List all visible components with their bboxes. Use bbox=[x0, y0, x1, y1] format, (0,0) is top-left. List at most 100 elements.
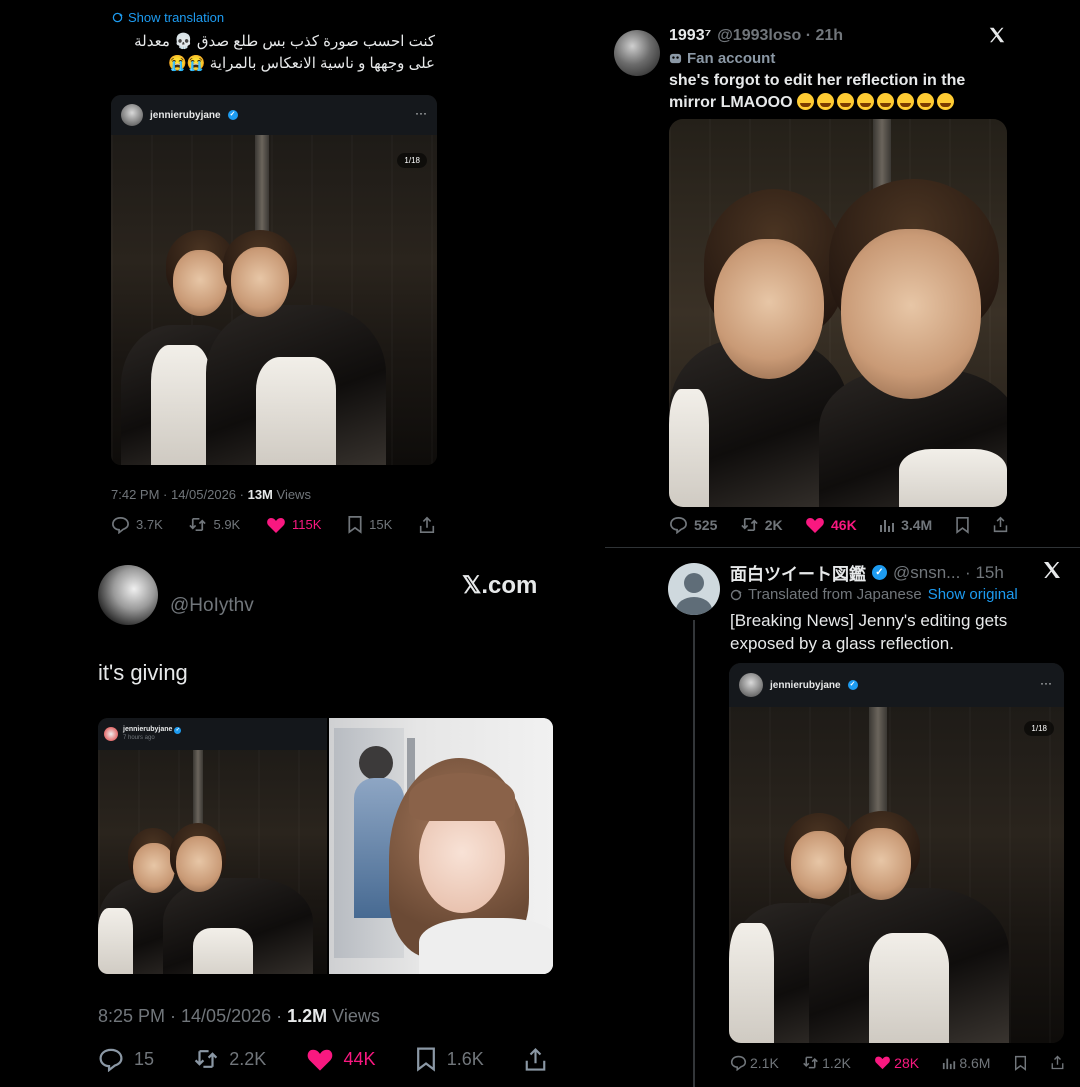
views-count: 3.4M bbox=[901, 516, 933, 533]
avatar[interactable] bbox=[739, 673, 763, 697]
verified-badge-icon: ✓ bbox=[847, 680, 858, 690]
avatar bbox=[104, 727, 118, 741]
avatar[interactable] bbox=[98, 565, 158, 625]
embedded-post-card[interactable]: 1/18 jennierubyjane ✓ ··· bbox=[111, 95, 437, 465]
embedded-time: 7 hours ago bbox=[123, 735, 155, 741]
handle-time: @snsn... · 15h bbox=[893, 562, 1004, 582]
reply-count: 2.1K bbox=[750, 1054, 779, 1071]
like-button[interactable]: 28K bbox=[874, 1055, 919, 1071]
embedded-username: jennierubyjane bbox=[123, 726, 173, 733]
tweet-photo-left[interactable]: jennierubyjane ✓ 7 hours ago bbox=[98, 718, 327, 974]
reply-button[interactable]: 2.1K bbox=[730, 1054, 779, 1071]
fan-account-label: Fan account bbox=[669, 50, 775, 67]
show-translation-link[interactable]: Show translation bbox=[112, 10, 224, 25]
views-label: Views bbox=[327, 1006, 380, 1026]
repost-button[interactable]: 1.2K bbox=[802, 1054, 851, 1071]
embedded-username[interactable]: jennierubyjane bbox=[150, 110, 221, 121]
tweet-text-arabic: كنت احسب صورة كذب بس طلع صدق 💀 معدلة على… bbox=[75, 31, 435, 75]
translated-label: Translated from Japanese bbox=[748, 586, 922, 603]
tweet-photo[interactable] bbox=[669, 119, 1007, 507]
tweet-text-line: mirror LMAOOO bbox=[669, 94, 793, 111]
repost-icon bbox=[802, 1054, 819, 1071]
display-name[interactable]: 1993⁷ bbox=[669, 27, 711, 45]
reply-icon bbox=[669, 515, 688, 534]
avatar[interactable] bbox=[121, 104, 143, 126]
views-count: 1.2M bbox=[287, 1006, 328, 1026]
share-icon[interactable] bbox=[418, 516, 436, 534]
reply-icon bbox=[730, 1054, 747, 1071]
tweet-text-line: exposed by a glass reflection. bbox=[730, 634, 954, 653]
crying-emoji-icon bbox=[857, 93, 875, 110]
show-translation-label: Show translation bbox=[128, 10, 225, 25]
repost-icon bbox=[740, 515, 759, 534]
like-button[interactable]: 46K bbox=[805, 516, 857, 534]
avatar[interactable] bbox=[614, 30, 660, 76]
show-original-link[interactable]: Show original bbox=[928, 586, 1018, 603]
tweet-timestamp: 8:25 PM · 14/05/2026 · 1.2M Views bbox=[98, 1006, 380, 1027]
photo-counter: 1/18 bbox=[397, 153, 427, 168]
reply-icon bbox=[98, 1046, 124, 1072]
like-button[interactable]: 115K bbox=[266, 516, 321, 534]
reply-icon bbox=[111, 515, 130, 534]
repost-count: 2.2K bbox=[229, 1048, 267, 1069]
display-name[interactable]: 面白ツイート図鑑 bbox=[730, 560, 866, 585]
verified-badge-icon: ✓ bbox=[174, 727, 182, 734]
tweet-text: [Breaking News] Jenny's editing gets exp… bbox=[730, 609, 1070, 655]
mask-icon bbox=[669, 52, 682, 65]
handle[interactable]: @HoIythv bbox=[170, 595, 254, 617]
like-count: 46K bbox=[831, 516, 857, 533]
avatar[interactable] bbox=[668, 563, 720, 615]
embedded-post-card[interactable]: 1/18 jennierubyjane ✓ ··· bbox=[729, 663, 1064, 1043]
bookmark-icon bbox=[415, 1046, 437, 1072]
crying-emoji-icon bbox=[897, 93, 915, 110]
views-count: 8.6M bbox=[959, 1054, 991, 1071]
views-button[interactable]: 3.4M bbox=[879, 517, 932, 533]
photo-counter: 1/18 bbox=[1024, 721, 1054, 736]
reply-button[interactable]: 525 bbox=[669, 515, 717, 534]
views-label: Views bbox=[272, 487, 311, 502]
thread-line bbox=[693, 620, 695, 1087]
repost-button[interactable]: 5.9K bbox=[188, 515, 240, 534]
xcom-logo: 𝕏.com bbox=[462, 572, 538, 599]
crying-emoji-icon bbox=[797, 93, 815, 110]
tweet-photo-right[interactable] bbox=[329, 718, 553, 974]
bookmark-icon bbox=[347, 515, 363, 534]
fan-account-text: Fan account bbox=[687, 50, 776, 67]
embedded-username[interactable]: jennierubyjane bbox=[770, 680, 841, 691]
like-button[interactable]: 44K bbox=[306, 1047, 376, 1072]
bookmark-button[interactable]: 1.6K bbox=[415, 1046, 484, 1072]
views-button[interactable]: 8.6M bbox=[942, 1055, 990, 1071]
repost-count: 2K bbox=[764, 516, 783, 533]
bookmark-icon[interactable] bbox=[1014, 1055, 1027, 1071]
crying-emoji-icon bbox=[817, 93, 835, 110]
action-bar: 3.7K 5.9K 115K 15K bbox=[111, 515, 436, 534]
heart-icon bbox=[266, 516, 286, 534]
reply-button[interactable]: 15 bbox=[98, 1046, 154, 1072]
tweet-timestamp: 7:42 PM · 14/05/2026 · 13M Views bbox=[111, 487, 311, 502]
action-bar: 2.1K 1.2K 28K 8.6M bbox=[730, 1054, 1065, 1071]
like-count: 44K bbox=[343, 1048, 376, 1069]
bookmark-icon[interactable] bbox=[955, 516, 970, 534]
share-icon[interactable] bbox=[523, 1047, 548, 1072]
heart-icon bbox=[306, 1047, 334, 1072]
reply-count: 15 bbox=[134, 1048, 155, 1069]
more-options-icon[interactable]: ··· bbox=[415, 106, 427, 120]
repost-button[interactable]: 2.2K bbox=[193, 1046, 266, 1072]
share-icon[interactable] bbox=[992, 516, 1009, 533]
like-count: 28K bbox=[894, 1054, 920, 1071]
bookmark-button[interactable]: 15K bbox=[347, 515, 392, 534]
bookmark-count: 15K bbox=[369, 517, 393, 532]
crying-emoji-row bbox=[797, 93, 957, 111]
more-options-icon[interactable]: ··· bbox=[1040, 676, 1052, 690]
timestamp-text: 8:25 PM · 14/05/2026 · bbox=[98, 1006, 288, 1026]
repost-button[interactable]: 2K bbox=[740, 515, 783, 534]
translate-icon bbox=[112, 12, 123, 23]
tweet-text: it's giving bbox=[98, 660, 188, 685]
reply-button[interactable]: 3.7K bbox=[111, 515, 163, 534]
views-count: 13M bbox=[247, 487, 273, 502]
share-icon[interactable] bbox=[1050, 1055, 1065, 1070]
heart-icon bbox=[874, 1055, 891, 1070]
action-bar: 525 2K 46K 3.4M bbox=[669, 515, 1009, 534]
heart-icon bbox=[805, 516, 825, 534]
tweet-text-line: [Breaking News] Jenny's editing gets bbox=[730, 611, 1008, 630]
